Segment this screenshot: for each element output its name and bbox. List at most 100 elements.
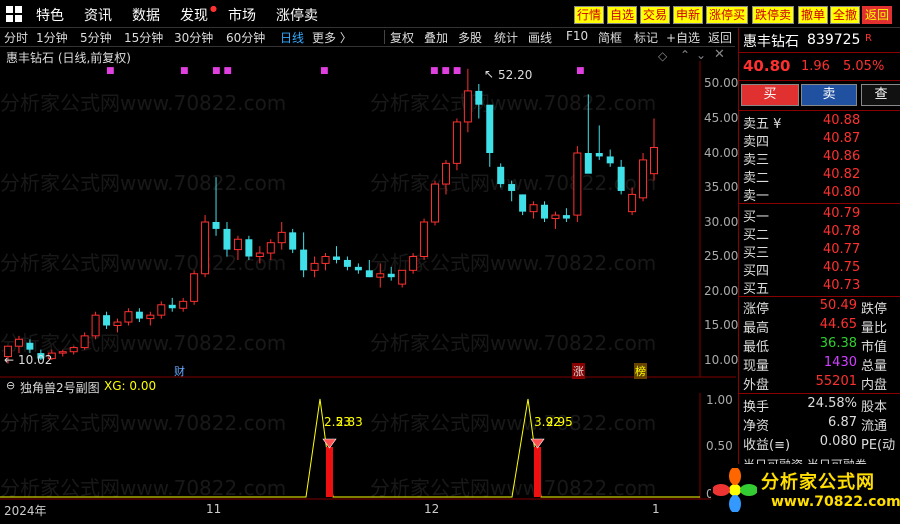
candle-body[interactable] [562,215,570,219]
menu-item-discover[interactable]: 发现 [180,5,208,25]
candle-body[interactable] [541,204,549,219]
period-tab-1min[interactable]: 1分钟 [36,29,68,46]
indicator-dropdown-icon[interactable]: ⊖ [6,379,15,392]
candle-body[interactable] [398,269,407,285]
candle-body[interactable] [80,335,89,349]
candle-body[interactable] [26,342,34,350]
chart-area[interactable]: 惠丰钻石 (日线,前复权) ◇ ⌃ ⌄ ✕ 分析家公式网www.70822.co… [0,47,738,518]
candle-body[interactable] [135,311,143,319]
quick-limit-sell-button[interactable]: 跌停卖 [752,6,795,24]
candle-body[interactable] [486,104,494,153]
candle-body[interactable] [639,159,648,199]
quick-limit-buy-button[interactable]: 涨停买 [706,6,749,24]
candle-body[interactable] [212,222,220,229]
ask-price[interactable]: 40.88 [823,113,860,128]
candle-body[interactable] [310,262,319,271]
kline-chart[interactable] [0,47,736,517]
quick-back-button[interactable]: 返回 [862,6,893,24]
candle-body[interactable] [628,193,637,213]
tool-mark-button[interactable]: 标记 [634,29,658,46]
tool-back-button[interactable]: 返回 [708,29,732,46]
candle-body[interactable] [277,231,286,244]
tool-adjust-button[interactable]: 复权 [390,29,414,46]
ask-price[interactable]: 40.82 [823,167,860,182]
candle-body[interactable] [409,256,418,271]
candle-body[interactable] [519,194,527,212]
tool-add-watch-button[interactable]: +自选 [666,29,700,46]
candle-body[interactable] [245,239,253,257]
candle-body[interactable] [289,232,297,250]
candle-body[interactable] [431,183,440,223]
candle-body[interactable] [190,273,199,302]
candle-body[interactable] [584,153,592,174]
menu-item-data[interactable]: 数据 [132,5,160,25]
candle-body[interactable] [573,152,582,216]
candle-body[interactable] [168,304,176,309]
candle-body[interactable] [157,304,166,316]
rank-badge[interactable]: 榜 [634,363,647,379]
ask-price[interactable]: 40.86 [823,149,860,164]
ask-price[interactable]: 40.87 [823,131,860,146]
candle-body[interactable] [255,252,264,258]
candle-body[interactable] [441,162,450,185]
tool-frame-button[interactable]: 简框 [598,29,622,46]
candle-body[interactable] [146,314,155,320]
menu-item-feature[interactable]: 特色 [36,5,64,25]
menu-item-news[interactable]: 资讯 [84,5,112,25]
candle-body[interactable] [650,146,658,175]
candle-body[interactable] [617,166,625,191]
query-button[interactable]: 查 [861,84,900,106]
period-tab-15min[interactable]: 15分钟 [124,29,163,46]
candle-body[interactable] [463,90,472,123]
candle-body[interactable] [91,314,100,337]
period-tab-5min[interactable]: 5分钟 [80,29,112,46]
tool-overlay-button[interactable]: 叠加 [424,29,448,46]
menu-item-market[interactable]: 市场 [228,5,256,25]
tool-stats-button[interactable]: 统计 [494,29,518,46]
candle-body[interactable] [420,221,429,257]
app-grid-icon[interactable] [6,6,22,22]
candle-body[interactable] [266,242,275,254]
bid-price[interactable]: 40.75 [823,260,860,275]
ask-price[interactable]: 40.80 [823,185,860,200]
candle-body[interactable] [201,221,210,275]
candle-body[interactable] [508,184,516,191]
quick-trade-button[interactable]: 交易 [640,6,671,24]
candle-body[interactable] [497,166,505,185]
candle-body[interactable] [69,347,78,353]
period-tab-daily[interactable]: 日线 [280,29,304,46]
quick-watchlist-button[interactable]: 自选 [607,6,638,24]
finance-badge[interactable]: 财 [174,363,185,379]
candle-body[interactable] [113,321,122,326]
tool-f10-button[interactable]: F10 [566,29,588,43]
candle-body[interactable] [179,300,188,309]
candle-body[interactable] [529,204,538,213]
quick-cancel-button[interactable]: 撤单 [798,6,829,24]
candle-body[interactable] [332,256,340,260]
candle-body[interactable] [387,273,395,278]
candle-body[interactable] [595,153,603,157]
candle-body[interactable] [124,311,133,323]
period-tab-more[interactable]: 更多 〉 [312,29,352,46]
candle-body[interactable] [300,249,308,271]
period-tab-intraday[interactable]: 分时 [4,29,28,46]
candle-body[interactable] [354,266,362,271]
quick-cancel-all-button[interactable]: 全撤 [830,6,861,24]
quick-quote-button[interactable]: 行情 [574,6,605,24]
candle-body[interactable] [376,273,385,278]
candle-body[interactable] [452,121,461,164]
candle-body[interactable] [58,351,67,354]
candle-body[interactable] [233,238,242,251]
candle-body[interactable] [343,259,351,267]
period-tab-60min[interactable]: 60分钟 [226,29,265,46]
candle-body[interactable] [14,338,23,347]
candle-body[interactable] [551,214,560,220]
candle-body[interactable] [365,270,373,278]
sell-button[interactable]: 卖 [801,84,857,106]
menu-item-limit-up[interactable]: 涨停卖 [276,5,318,25]
candle-body[interactable] [223,228,231,250]
bid-price[interactable]: 40.79 [823,206,860,221]
tool-draw-button[interactable]: 画线 [528,29,552,46]
period-tab-30min[interactable]: 30分钟 [174,29,213,46]
candle-body[interactable] [606,156,614,164]
